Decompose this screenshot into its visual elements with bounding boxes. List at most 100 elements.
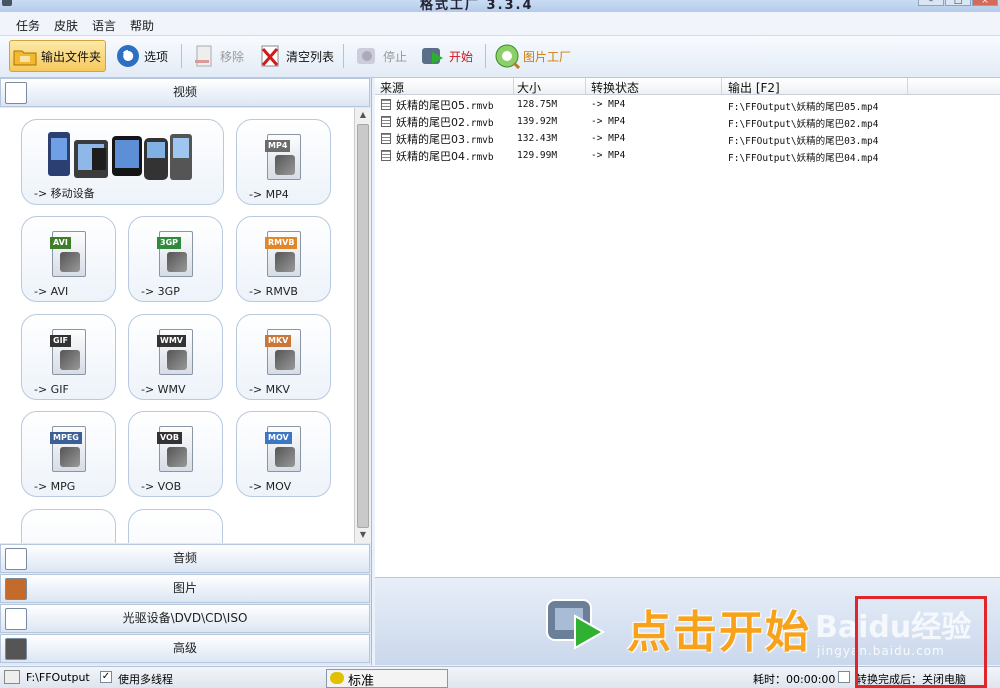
menu-help[interactable]: 帮助 xyxy=(130,17,154,34)
vob-icon: VOB xyxy=(157,426,193,472)
toolbar-separator xyxy=(485,44,486,68)
category-audio-label: 音频 xyxy=(172,551,197,565)
format-mobile-devices[interactable]: -> 移动设备 xyxy=(21,119,224,205)
format-label: -> MOV xyxy=(249,480,292,493)
format-tag: VOB xyxy=(157,432,182,444)
format-mpeg[interactable]: MPEG -> MPG xyxy=(21,411,116,497)
table-row[interactable]: 妖精的尾巴03.rmvb 132.43M -> MP4 F:\FFOutput\妖精的… xyxy=(375,130,1000,147)
multithread-label: 使用多线程 xyxy=(118,673,173,686)
table-row[interactable]: 妖精的尾巴05.rmvb 128.75M -> MP4 F:\FFOutput\妖精的… xyxy=(375,96,1000,113)
table-row[interactable]: 妖精的尾巴02.rmvb 139.92M -> MP4 F:\FFOutput\妖精的… xyxy=(375,113,1000,130)
column-output[interactable]: 输出 [F2] xyxy=(728,79,780,96)
menu-bar: 任务 皮肤 语言 帮助 xyxy=(0,12,1000,36)
category-picture[interactable]: 图片 xyxy=(0,574,370,603)
format-tag: MPEG xyxy=(50,432,82,444)
elapsed-time: 耗时：00:00:00 xyxy=(753,673,836,686)
toolbar-separator xyxy=(181,44,182,68)
format-label: -> 移动设备 xyxy=(34,187,95,200)
options-button[interactable]: 选项 xyxy=(113,40,172,72)
mode-icon xyxy=(330,672,344,684)
output-folder-label: 输出文件夹 xyxy=(41,49,102,64)
output-folder-button[interactable]: 输出文件夹 xyxy=(9,40,107,72)
remove-icon xyxy=(191,43,217,69)
video-file-icon xyxy=(381,150,391,161)
status-bar: F:\FFOutput ✓ 使用多线程 标准 耗时：00:00:00 转换完成后… xyxy=(0,666,1000,688)
clear-list-button[interactable]: 清空列表 xyxy=(255,40,338,72)
start-label: 开始 xyxy=(449,49,474,64)
format-label: -> 3GP xyxy=(141,285,180,298)
scroll-down-arrow[interactable]: ▼ xyxy=(357,530,369,542)
options-label: 选项 xyxy=(144,49,169,64)
format-tag: 3GP xyxy=(157,237,181,249)
title-bar: 格式工厂 3.3.4 – □ × xyxy=(0,0,1000,12)
format-rmvb[interactable]: RMVB -> RMVB xyxy=(236,216,331,302)
maximize-button[interactable]: □ xyxy=(945,0,971,6)
minimize-button[interactable]: – xyxy=(918,0,944,6)
menu-task[interactable]: 任务 xyxy=(16,17,40,34)
scroll-thumb[interactable] xyxy=(357,124,369,528)
output-folder-small-icon[interactable] xyxy=(4,670,20,684)
format-3gp[interactable]: 3GP -> 3GP xyxy=(128,216,223,302)
format-avi[interactable]: AVI -> AVI xyxy=(21,216,116,302)
format-vob[interactable]: VOB -> VOB xyxy=(128,411,223,497)
remove-button[interactable]: 移除 xyxy=(189,40,248,72)
cell-status: -> MP4 xyxy=(591,133,626,144)
stop-label: 停止 xyxy=(383,49,408,64)
cell-size: 128.75M xyxy=(517,99,558,110)
start-button[interactable]: 开始 xyxy=(418,40,477,72)
list-header: 来源 大小 转换状态 输出 [F2] xyxy=(375,78,1000,95)
format-picture xyxy=(275,155,295,175)
mobile-devices-icon xyxy=(48,132,192,180)
menu-language[interactable]: 语言 xyxy=(92,17,116,34)
video-file-icon xyxy=(381,99,391,110)
format-swf-partial[interactable] xyxy=(128,509,223,543)
mode-label[interactable]: 标准 xyxy=(348,670,374,688)
cell-status: -> MP4 xyxy=(591,116,626,127)
format-gif[interactable]: GIF -> GIF xyxy=(21,314,116,400)
multithread-checkbox[interactable]: ✓ xyxy=(100,671,112,683)
picture-factory-button[interactable]: 图片工厂 xyxy=(492,40,575,72)
avi-icon: AVI xyxy=(50,231,86,277)
format-flv-partial[interactable] xyxy=(21,509,116,543)
format-tag: GIF xyxy=(50,335,72,347)
format-tag: AVI xyxy=(50,237,71,249)
format-mp4[interactable]: MP4 -> MP4 xyxy=(236,119,331,205)
category-rom[interactable]: 光驱设备\DVD\CD\ISO xyxy=(0,604,370,633)
after-done-checkbox[interactable] xyxy=(838,671,850,683)
picture-factory-icon xyxy=(494,43,521,70)
category-audio[interactable]: 音频 xyxy=(0,544,370,573)
format-label: -> MP4 xyxy=(249,188,289,201)
cell-source: 妖精的尾巴02.rmvb xyxy=(396,116,494,129)
highlight-box xyxy=(855,596,987,688)
format-label: -> MPG xyxy=(34,480,76,493)
category-rom-label: 光驱设备\DVD\CD\ISO xyxy=(122,611,248,625)
stop-button[interactable]: 停止 xyxy=(352,40,411,72)
cell-status: -> MP4 xyxy=(591,150,626,161)
format-tag: MOV xyxy=(265,432,292,444)
start-banner-text: 点击开始 xyxy=(627,607,811,658)
format-scrollbar[interactable]: ▲ ▼ xyxy=(354,108,371,543)
column-size[interactable]: 大小 xyxy=(517,79,541,96)
3gp-icon: 3GP xyxy=(157,231,193,277)
clear-list-label: 清空列表 xyxy=(286,49,335,64)
category-advanced[interactable]: 高级 xyxy=(0,634,370,663)
format-picture xyxy=(275,447,295,467)
close-button[interactable]: × xyxy=(972,0,998,6)
format-wmv[interactable]: WMV -> WMV xyxy=(128,314,223,400)
rmvb-icon: RMVB xyxy=(265,231,301,277)
format-mkv[interactable]: MKV -> MKV xyxy=(236,314,331,400)
table-row[interactable]: 妖精的尾巴04.rmvb 129.99M -> MP4 F:\FFOutput\妖精的… xyxy=(375,147,1000,164)
format-grid: -> 移动设备 MP4 -> MP4 AVI -> AVI 3GP -> 3GP RMVB -… xyxy=(0,108,354,543)
mov-icon: MOV xyxy=(265,426,301,472)
menu-skin[interactable]: 皮肤 xyxy=(54,17,78,34)
toolbar-separator xyxy=(343,44,344,68)
cell-size: 132.43M xyxy=(517,133,558,144)
start-banner-icon xyxy=(546,599,606,650)
picture-factory-label: 图片工厂 xyxy=(523,49,572,64)
scroll-up-arrow[interactable]: ▲ xyxy=(357,110,369,122)
column-status[interactable]: 转换状态 xyxy=(591,79,639,96)
format-mov[interactable]: MOV -> MOV xyxy=(236,411,331,497)
cell-output: F:\FFOutput\妖精的尾巴04.mp4 xyxy=(728,153,879,164)
column-source[interactable]: 来源 xyxy=(380,79,404,96)
category-video[interactable]: 视频 xyxy=(0,78,370,107)
